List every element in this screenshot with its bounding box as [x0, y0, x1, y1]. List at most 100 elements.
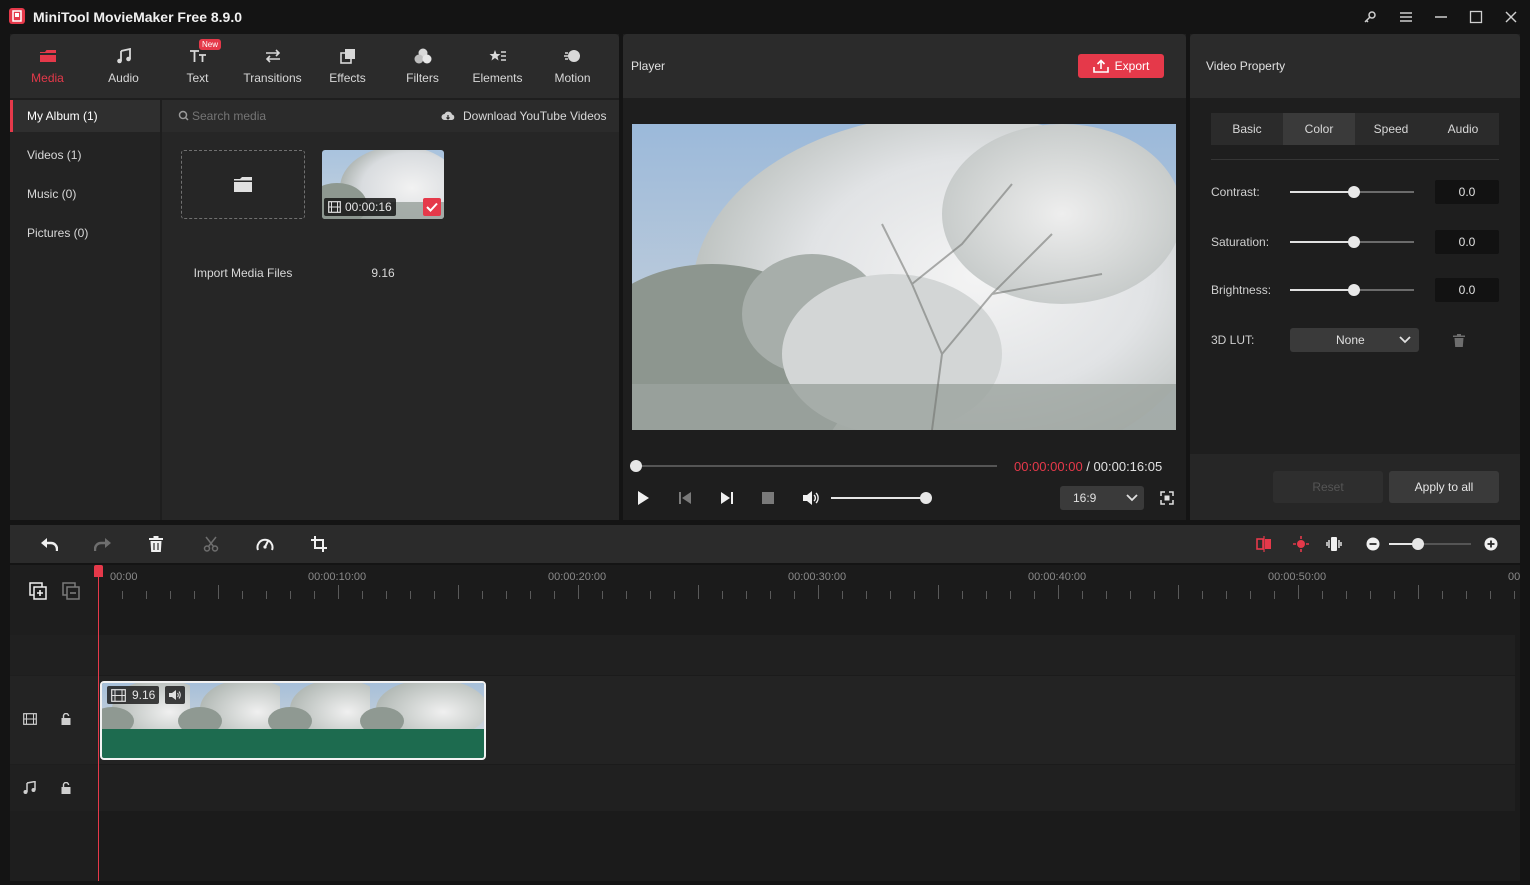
brightness-value[interactable]: 0.0 — [1435, 278, 1499, 302]
tab-text[interactable]: Text — [160, 34, 235, 98]
album-item-music[interactable]: Music (0) — [10, 178, 160, 210]
audio-track[interactable] — [10, 765, 1515, 811]
brightness-knob[interactable] — [1348, 284, 1360, 296]
tab-audio-property[interactable]: Audio — [1427, 113, 1499, 145]
tab-label: Effects — [329, 71, 366, 85]
delete-icon[interactable] — [149, 536, 163, 552]
chevron-down-icon — [1399, 336, 1411, 344]
fit-timeline-icon[interactable] — [1326, 536, 1342, 552]
video-track-icon — [23, 713, 37, 725]
search-row: Download YouTube Videos — [162, 100, 619, 132]
download-youtube-button[interactable]: Download YouTube Videos — [441, 109, 606, 123]
speed-icon[interactable] — [256, 536, 274, 552]
clip-volume-icon[interactable] — [165, 686, 185, 704]
tab-label: Filters — [406, 71, 439, 85]
tab-label: Transitions — [243, 71, 302, 85]
saturation-value[interactable]: 0.0 — [1435, 230, 1499, 254]
tab-transitions[interactable]: Transitions — [235, 34, 310, 98]
lock-icon[interactable] — [61, 713, 71, 725]
volume-icon[interactable] — [802, 490, 820, 506]
toolbar-tabs: Media Audio Text Transitions Effects Fil… — [10, 34, 619, 98]
media-icon — [39, 46, 57, 66]
lock-icon[interactable] — [61, 782, 71, 794]
snap-icon[interactable] — [1256, 536, 1272, 552]
redo-icon[interactable] — [94, 536, 112, 552]
brightness-fill — [1290, 289, 1354, 291]
export-button[interactable]: Export — [1078, 54, 1164, 78]
ruler-label: 00:00:50:00 — [1268, 571, 1327, 583]
fullscreen-icon[interactable] — [1160, 491, 1174, 505]
empty-track[interactable] — [10, 635, 1515, 675]
contrast-value[interactable]: 0.0 — [1435, 180, 1499, 204]
tab-audio[interactable]: Audio — [86, 34, 161, 98]
music-note-icon — [116, 46, 132, 66]
divider — [1211, 159, 1499, 160]
minimize-icon[interactable] — [1429, 5, 1453, 29]
tab-media[interactable]: Media — [10, 34, 85, 98]
clip-name: 9.16 — [132, 688, 156, 702]
zoom-knob[interactable] — [1411, 538, 1424, 550]
stop-icon[interactable] — [762, 492, 774, 504]
checkmark-icon[interactable] — [423, 198, 441, 216]
zoom-in-icon[interactable] — [1484, 537, 1498, 551]
saturation-knob[interactable] — [1348, 236, 1360, 248]
app-logo-icon — [9, 8, 25, 24]
media-thumbnail[interactable]: 00:00:16 — [322, 150, 444, 219]
apply-to-all-button[interactable]: Apply to all — [1389, 471, 1499, 503]
lut-value: None — [1336, 333, 1365, 347]
timeline-clip[interactable]: 9.16 — [100, 681, 486, 760]
magnet-icon[interactable] — [1293, 536, 1309, 552]
transitions-icon — [264, 46, 282, 66]
trash-icon[interactable] — [1453, 334, 1465, 347]
album-item-videos[interactable]: Videos (1) — [10, 139, 160, 171]
progress-track[interactable] — [636, 465, 997, 467]
next-frame-icon[interactable] — [720, 491, 734, 505]
playhead[interactable] — [98, 567, 99, 881]
time-display: 00:00:00:00 / 00:00:16:05 — [1014, 459, 1162, 474]
volume-knob[interactable] — [920, 492, 932, 504]
album-item-my-album[interactable]: My Album (1) — [10, 100, 160, 132]
close-icon[interactable] — [1499, 5, 1523, 29]
play-icon[interactable] — [636, 490, 650, 506]
crop-icon[interactable] — [311, 536, 327, 552]
saturation-fill — [1290, 241, 1354, 243]
contrast-knob[interactable] — [1348, 186, 1360, 198]
album-sidebar: My Album (1) Videos (1) Music (0) Pictur… — [10, 100, 160, 520]
add-track-icon[interactable] — [29, 582, 47, 600]
tab-elements[interactable]: Elements — [460, 34, 535, 98]
previous-frame-icon[interactable] — [678, 491, 692, 505]
menu-icon[interactable] — [1394, 5, 1418, 29]
tab-effects[interactable]: Effects — [310, 34, 385, 98]
tab-filters[interactable]: Filters — [385, 34, 460, 98]
undo-icon[interactable] — [40, 536, 58, 552]
aspect-ratio-select[interactable]: 16:9 — [1060, 486, 1144, 510]
duration-text: 00:00:16 — [345, 200, 392, 214]
reset-button[interactable]: Reset — [1273, 471, 1383, 503]
property-header: Video Property — [1190, 34, 1520, 98]
key-icon[interactable] — [1358, 5, 1382, 29]
progress-knob[interactable] — [630, 460, 642, 472]
player-panel: Player Export 00:00:00:00 / 00:00:16:05 … — [623, 34, 1186, 520]
tab-label: Audio — [108, 71, 139, 85]
film-icon — [111, 688, 126, 702]
tab-color[interactable]: Color — [1283, 113, 1355, 145]
motion-icon — [563, 46, 582, 66]
search-icon — [178, 110, 189, 121]
tab-basic[interactable]: Basic — [1211, 113, 1283, 145]
tab-speed[interactable]: Speed — [1355, 113, 1427, 145]
clip-label: 9.16 — [107, 686, 160, 704]
import-label: Import Media Files — [193, 266, 293, 280]
zoom-out-icon[interactable] — [1366, 537, 1380, 551]
album-item-pictures[interactable]: Pictures (0) — [10, 217, 160, 249]
tab-motion[interactable]: Motion — [535, 34, 610, 98]
time-ruler[interactable]: 00:00 00:00:10:00 00:00:20:00 00:00:30:0… — [98, 565, 1520, 605]
import-media-button[interactable] — [181, 150, 305, 219]
remove-track-icon[interactable] — [62, 582, 80, 600]
tab-label: Motion — [554, 71, 591, 85]
ruler-label: 00:00 — [110, 571, 138, 583]
video-preview[interactable] — [632, 124, 1176, 430]
maximize-icon[interactable] — [1464, 5, 1488, 29]
split-icon[interactable] — [203, 536, 219, 552]
search-input[interactable] — [192, 106, 392, 126]
lut-select[interactable]: None — [1290, 328, 1419, 352]
